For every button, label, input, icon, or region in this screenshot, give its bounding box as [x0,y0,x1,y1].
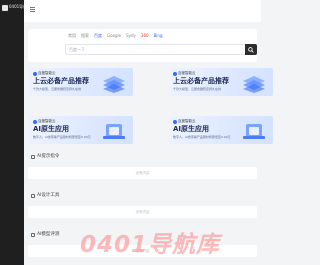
banner-subtitle: 数字人，AI搜索等产品限时特惠低至0.09元 [33,135,91,139]
empty-content-card: 没有内容 [28,206,257,218]
tab-bing[interactable]: Bing [154,33,163,39]
search-engine-tabs: 常用 搜索 百度 Google Sydy 360 Bing [68,33,163,39]
site-logo-icon[interactable] [2,5,8,11]
search-icon [248,46,254,53]
empty-content-card: 没有内容 [28,167,257,179]
section-title-ai-eval[interactable]: AI模型评测 [31,231,59,238]
search-button[interactable] [245,44,257,55]
top-bar [24,0,261,22]
menu-icon[interactable] [30,7,35,12]
banner-title: AI原生应用 [33,125,70,133]
banner-subtitle: 千款大模型，云服务器稳定持久在线 [173,87,222,91]
banner-title: 上云必备产品推荐 [33,77,89,85]
watermark: 0401导航库 [80,232,221,258]
tab-common[interactable]: 常用 [68,33,76,39]
stacked-tiles-icon [103,76,125,93]
category-icon [31,193,35,198]
empty-message: 没有内容 [135,171,150,175]
tab-360[interactable]: 360 [141,33,149,39]
ad-banner-ai-right[interactable]: 百度智能云 AI原生应用 数字人，AI搜索等产品限时特惠低至0.09元 [169,116,273,144]
empty-message: 没有内容 [135,210,150,214]
banner-brand: 百度智能云 [33,71,56,76]
ad-banner-cloud-left[interactable]: 百度智能云 上云必备产品推荐 千款大模型，云服务器稳定持久在线 [29,68,133,96]
brand-logo-icon [173,119,177,124]
tab-search[interactable]: 搜索 [81,33,89,39]
ai-device-icon [243,124,265,139]
tab-baidu[interactable]: 百度 [94,33,102,39]
search-input[interactable] [67,46,245,53]
section-title-ai-prompts[interactable]: AI提示指令 [31,153,59,160]
banner-title: AI原生应用 [173,125,210,133]
category-icon [31,154,35,159]
section-title-ai-design[interactable]: AI设计工具 [31,192,59,199]
search-box [65,44,257,55]
brand-logo-icon [33,71,37,76]
tab-sydy[interactable]: Sydy [126,33,136,39]
brand-logo-icon [33,119,37,124]
tab-google[interactable]: Google [107,33,121,39]
banner-title: 上云必备产品推荐 [173,77,229,85]
search-panel: 常用 搜索 百度 Google Sydy 360 Bing [28,29,257,62]
sidebar: 0401导航 [0,0,27,265]
ai-device-icon [103,124,125,139]
stacked-tiles-icon [243,76,265,93]
category-icon [31,232,35,237]
ad-banner-cloud-right[interactable]: 百度智能云 上云必备产品推荐 千款大模型，云服务器稳定持久在线 [169,68,273,96]
banner-brand: 百度智能云 [173,119,196,124]
banner-brand: 百度智能云 [33,119,56,124]
banner-brand: 百度智能云 [173,71,196,76]
banner-subtitle: 数字人，AI搜索等产品限时特惠低至0.09元 [173,135,231,139]
ad-banner-ai-left[interactable]: 百度智能云 AI原生应用 数字人，AI搜索等产品限时特惠低至0.09元 [29,116,133,144]
brand-logo-icon [173,71,177,76]
banner-subtitle: 千款大模型，云服务器稳定持久在线 [33,87,82,91]
